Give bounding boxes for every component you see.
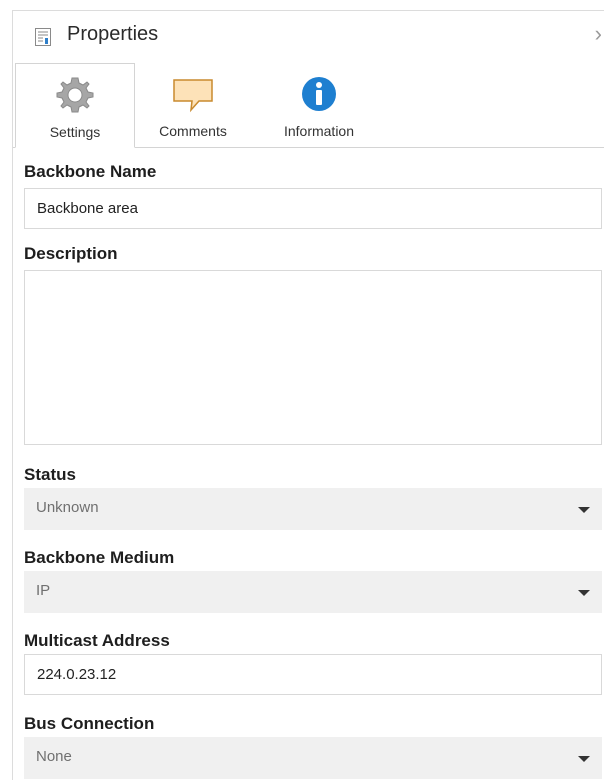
dropdown-arrow-icon xyxy=(578,756,590,762)
tab-settings-label: Settings xyxy=(49,124,101,140)
status-dropdown[interactable]: Unknown xyxy=(24,488,602,530)
panel-title: Properties xyxy=(67,23,159,45)
bus-connection-value: None xyxy=(36,748,72,765)
speech-bubble-icon xyxy=(171,74,215,119)
backbone-medium-dropdown[interactable]: IP xyxy=(24,571,602,613)
bus-connection-dropdown[interactable]: None xyxy=(24,737,602,779)
dropdown-arrow-icon xyxy=(578,507,590,513)
multicast-address-label: Multicast Address xyxy=(24,631,170,650)
panel-header: Properties › xyxy=(13,11,604,61)
properties-page-icon xyxy=(35,28,51,46)
tab-comments[interactable]: Comments xyxy=(141,63,245,147)
info-icon xyxy=(299,74,339,119)
description-textarea[interactable] xyxy=(24,270,602,445)
status-value: Unknown xyxy=(36,499,99,516)
bus-connection-label: Bus Connection xyxy=(24,714,155,733)
tab-information-label: Information xyxy=(283,123,355,139)
backbone-name-input[interactable] xyxy=(24,188,602,229)
properties-panel: Properties › Settings Comments Informati… xyxy=(12,10,604,780)
tab-settings[interactable]: Settings xyxy=(15,63,135,148)
multicast-address-input[interactable] xyxy=(24,654,602,695)
description-label: Description xyxy=(24,244,118,263)
chevron-right-icon[interactable]: › xyxy=(595,23,602,45)
tab-comments-label: Comments xyxy=(159,123,227,139)
tab-bar: Settings Comments Information xyxy=(13,63,604,148)
backbone-name-label: Backbone Name xyxy=(24,162,157,181)
settings-content: Backbone Name Description Status Unknown… xyxy=(13,148,604,780)
status-label: Status xyxy=(24,465,76,484)
gear-icon xyxy=(55,75,95,120)
backbone-medium-label: Backbone Medium xyxy=(24,548,175,567)
tab-information[interactable]: Information xyxy=(263,63,375,147)
backbone-medium-value: IP xyxy=(36,582,51,599)
dropdown-arrow-icon xyxy=(578,590,590,596)
